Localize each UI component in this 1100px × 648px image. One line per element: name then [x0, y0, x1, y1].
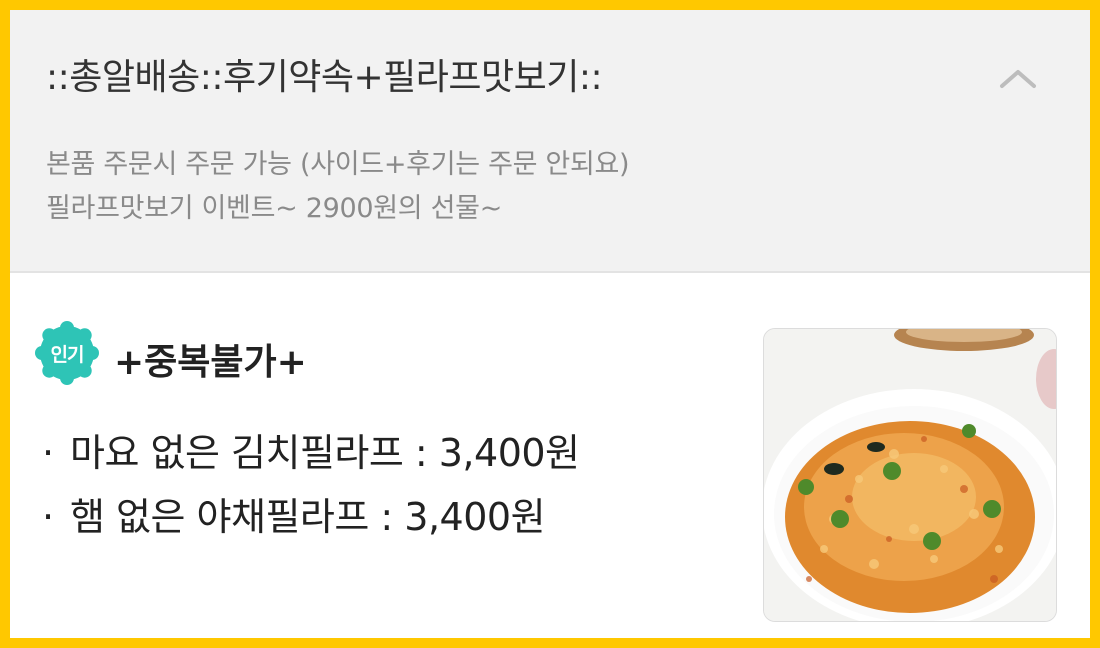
- notice-description-line: 필라프맛보기 이벤트~ 2900원의 선물~: [46, 193, 503, 224]
- notice-title: ::총알배송::후기약속+필라프맛보기::: [46, 57, 603, 98]
- menu-item-photo[interactable]: [763, 328, 1057, 622]
- notice-description: 본품 주문시 주문 가능 (사이드+후기는 주문 안되요) 필라프맛보기 이벤트…: [46, 143, 630, 231]
- menu-item[interactable]: 인기 +중복불가+ · 마요 없은 김치필라프 : 3,400원 · 햄 없은 야채…: [10, 273, 1090, 638]
- popular-badge: 인기: [32, 318, 102, 388]
- frame: ::총알배송::후기약속+필라프맛보기:: 본품 주문시 주문 가능 (사이드+…: [0, 0, 1100, 648]
- menu-item-name: +중복불가+: [114, 342, 307, 383]
- bullet: ·: [42, 495, 54, 539]
- menu-option-list: · 마요 없은 김치필라프 : 3,400원 · 햄 없은 야채필라프 : 3,40…: [42, 421, 580, 549]
- notice-panel: ::총알배송::후기약속+필라프맛보기:: 본품 주문시 주문 가능 (사이드+…: [10, 10, 1090, 273]
- bullet: ·: [42, 431, 54, 475]
- chevron-up-icon: [1000, 70, 1036, 88]
- notice-description-line: 본품 주문시 주문 가능 (사이드+후기는 주문 안되요): [46, 149, 630, 180]
- menu-option-text: 마요 없은 김치필라프 : 3,400원: [70, 431, 580, 475]
- badge-label: 인기: [50, 343, 85, 366]
- menu-option-text: 햄 없은 야채필라프 : 3,400원: [70, 495, 546, 539]
- menu-option: · 햄 없은 야채필라프 : 3,400원: [42, 485, 580, 549]
- collapse-button[interactable]: [990, 50, 1046, 106]
- fried-rice-photo-icon: [764, 329, 1056, 621]
- menu-option: · 마요 없은 김치필라프 : 3,400원: [42, 421, 580, 485]
